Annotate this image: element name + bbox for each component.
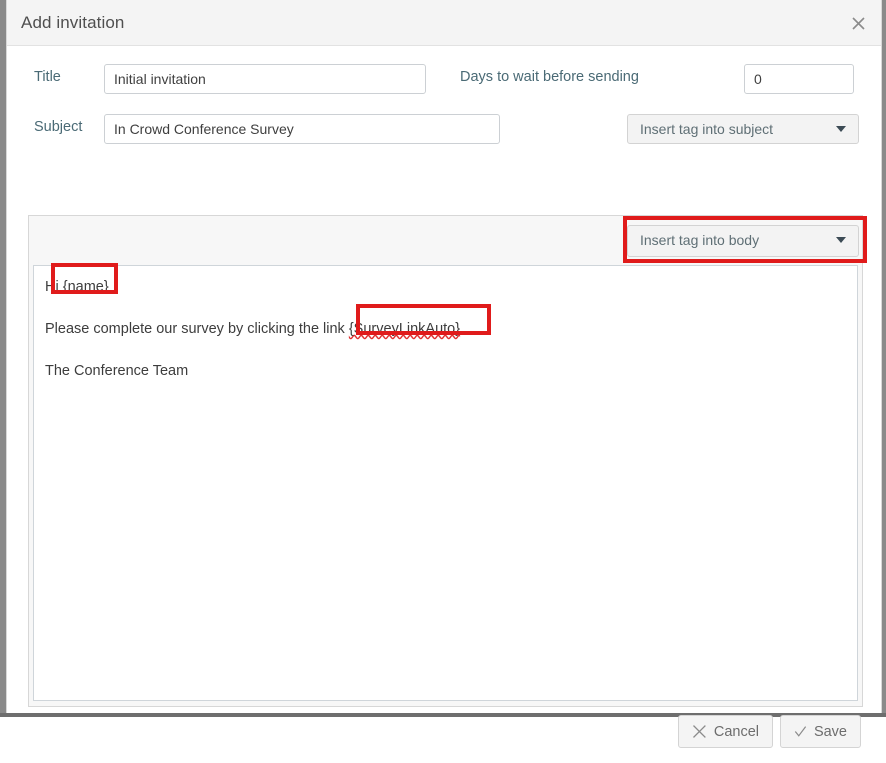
body-line-instruction: Please complete our survey by clicking t… <box>45 321 460 337</box>
row-subject: Subject Insert tag into subject <box>7 110 881 156</box>
dialog-titlebar: Add invitation <box>7 0 881 46</box>
dialog-title: Add invitation <box>21 13 125 32</box>
insert-tag-into-body-select[interactable]: Insert tag into body <box>627 225 859 257</box>
body-line-greeting: Hi {name} <box>45 279 109 295</box>
row-title-and-days: Title Days to wait before sending <box>7 60 881 106</box>
days-to-wait-label: Days to wait before sending <box>460 69 639 85</box>
save-button[interactable]: Save <box>780 715 861 748</box>
chevron-down-icon <box>836 237 846 243</box>
days-to-wait-input[interactable] <box>744 64 854 94</box>
body-line-signature: The Conference Team <box>45 363 189 379</box>
close-icon[interactable] <box>845 10 871 36</box>
insert-tag-into-subject-label: Insert tag into subject <box>640 121 774 137</box>
body-line-instruction-text: Please complete our survey by clicking t… <box>45 321 349 337</box>
check-icon <box>794 726 807 737</box>
body-line-greeting-text: Hi <box>45 279 63 295</box>
body-editor-canvas[interactable]: Hi {name} Please complete our survey by … <box>33 265 858 701</box>
save-button-label: Save <box>813 723 847 740</box>
chevron-down-icon <box>836 126 846 132</box>
insert-tag-into-body-label: Insert tag into body <box>640 232 760 248</box>
add-invitation-dialog: Add invitation Title Days to wait before… <box>6 0 882 748</box>
cancel-button-label: Cancel <box>713 723 759 740</box>
body-editor: Insert tag into body Hi {name} Please co… <box>28 215 863 707</box>
subject-input[interactable] <box>104 114 500 144</box>
title-input[interactable] <box>104 64 426 94</box>
subject-label: Subject <box>34 119 83 135</box>
application-frame: Add invitation Title Days to wait before… <box>0 0 886 748</box>
insert-tag-into-subject-select[interactable]: Insert tag into subject <box>627 114 859 144</box>
title-label: Title <box>34 69 61 85</box>
cancel-button[interactable]: Cancel <box>678 715 773 748</box>
body-editor-toolbar: Insert tag into body <box>29 216 862 265</box>
name-merge-tag: {name} <box>62 279 109 295</box>
x-icon <box>692 725 706 738</box>
window-right-edge <box>882 0 886 717</box>
dialog-content: Title Days to wait before sending Subjec… <box>7 60 881 748</box>
dialog-footer: Cancel Save <box>7 715 881 763</box>
surveylink-merge-tag: {SurveyLinkAuto} <box>348 321 461 337</box>
